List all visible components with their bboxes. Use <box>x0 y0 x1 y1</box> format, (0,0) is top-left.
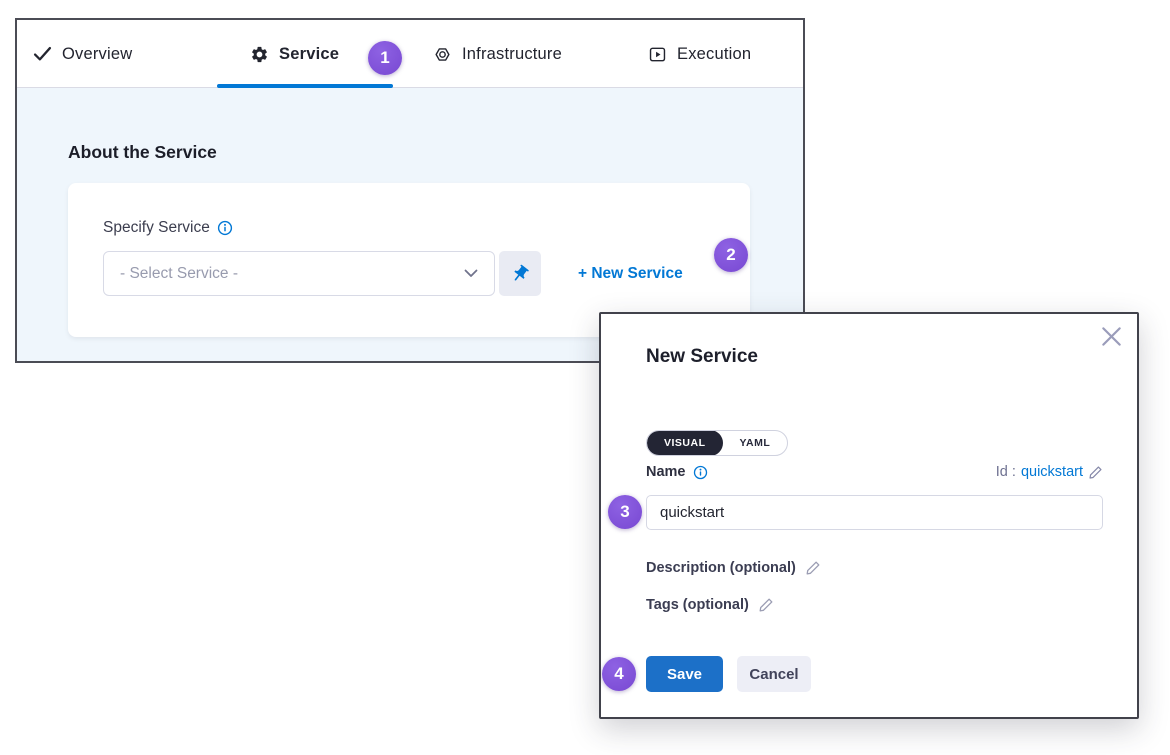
new-service-link[interactable]: + New Service <box>578 265 683 283</box>
description-row: Description (optional) <box>646 560 821 576</box>
tab-infrastructure[interactable]: Infrastructure <box>433 20 562 88</box>
tab-service[interactable]: Service <box>250 20 339 88</box>
name-label: Name <box>646 464 686 480</box>
specify-service-label-row: Specify Service <box>103 219 233 237</box>
tab-execution-label: Execution <box>677 45 751 64</box>
active-tab-underline <box>217 84 393 88</box>
modal-actions: Save Cancel <box>646 656 811 692</box>
stage-tabbar: Overview Service Infrastructure Executio… <box>17 20 803 88</box>
tab-infrastructure-label: Infrastructure <box>462 45 562 64</box>
pushpin-icon <box>510 264 530 284</box>
service-select-row: - Select Service - + New Service <box>103 251 683 296</box>
tags-label: Tags (optional) <box>646 597 749 613</box>
info-icon[interactable] <box>217 220 233 236</box>
name-label-row: Name Id : quickstart <box>646 464 1103 480</box>
description-label: Description (optional) <box>646 560 796 576</box>
tab-service-label: Service <box>279 45 339 64</box>
visual-yaml-toggle[interactable]: VISUAL YAML <box>646 430 788 456</box>
tags-row: Tags (optional) <box>646 597 774 613</box>
hexagon-nut-icon <box>433 45 452 64</box>
annotation-badge-1: 1 <box>368 41 402 75</box>
name-input[interactable] <box>646 495 1103 530</box>
annotation-badge-3: 3 <box>608 495 642 529</box>
chevron-down-icon <box>464 269 478 278</box>
new-service-modal: New Service VISUAL YAML Name Id : quicks… <box>599 312 1139 719</box>
section-heading: About the Service <box>68 142 217 163</box>
pin-button[interactable] <box>499 251 541 296</box>
save-button[interactable]: Save <box>646 656 723 692</box>
annotation-badge-4: 4 <box>602 657 636 691</box>
tab-execution[interactable]: Execution <box>648 20 751 88</box>
edit-description-pencil-icon[interactable] <box>805 560 821 576</box>
toggle-yaml[interactable]: YAML <box>723 430 788 456</box>
service-select[interactable]: - Select Service - <box>103 251 495 296</box>
service-select-placeholder: - Select Service - <box>120 265 238 283</box>
screenshot-root: Overview Service Infrastructure Executio… <box>0 0 1170 755</box>
id-prefix-label: Id : <box>996 464 1016 480</box>
edit-tags-pencil-icon[interactable] <box>758 597 774 613</box>
tab-overview-label: Overview <box>62 45 132 64</box>
tab-overview[interactable]: Overview <box>33 20 132 88</box>
cancel-button[interactable]: Cancel <box>737 656 811 692</box>
check-icon <box>33 46 52 62</box>
specify-service-label: Specify Service <box>103 219 210 237</box>
toggle-visual[interactable]: VISUAL <box>647 430 723 456</box>
close-icon[interactable] <box>1099 324 1123 348</box>
modal-title: New Service <box>646 346 758 368</box>
edit-id-pencil-icon[interactable] <box>1088 465 1103 480</box>
play-box-icon <box>648 45 667 64</box>
annotation-badge-2: 2 <box>714 238 748 272</box>
id-value[interactable]: quickstart <box>1021 464 1083 480</box>
gear-icon <box>250 45 269 64</box>
info-icon[interactable] <box>693 465 708 480</box>
